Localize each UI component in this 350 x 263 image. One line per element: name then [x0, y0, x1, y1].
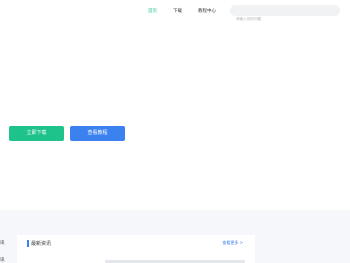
side-card-label-2: 讯	[0, 258, 5, 263]
view-tutorial-button[interactable]: 查看教程	[70, 126, 125, 141]
nav-item-download[interactable]: 下载	[173, 8, 182, 14]
nav-item-home[interactable]: 首页	[148, 8, 157, 14]
news-title-accent	[27, 240, 29, 247]
download-button[interactable]: 立即下载	[9, 126, 64, 141]
view-more-link[interactable]: 查看更多 >	[222, 240, 243, 246]
news-card: 最新资讯 查看更多 >	[17, 235, 255, 263]
search-box[interactable]	[230, 5, 340, 25]
side-card-label: 讯	[0, 241, 5, 246]
news-title: 最新资讯	[31, 241, 52, 247]
top-nav: 首页 下载 教程中心	[0, 0, 350, 25]
page: 首页 下载 教程中心 立即下载 查看教程 讯 讯 最新资讯 查看更多 >	[0, 0, 350, 263]
nav-item-tutorial-center[interactable]: 教程中心	[198, 8, 216, 14]
search-input[interactable]	[236, 13, 340, 25]
